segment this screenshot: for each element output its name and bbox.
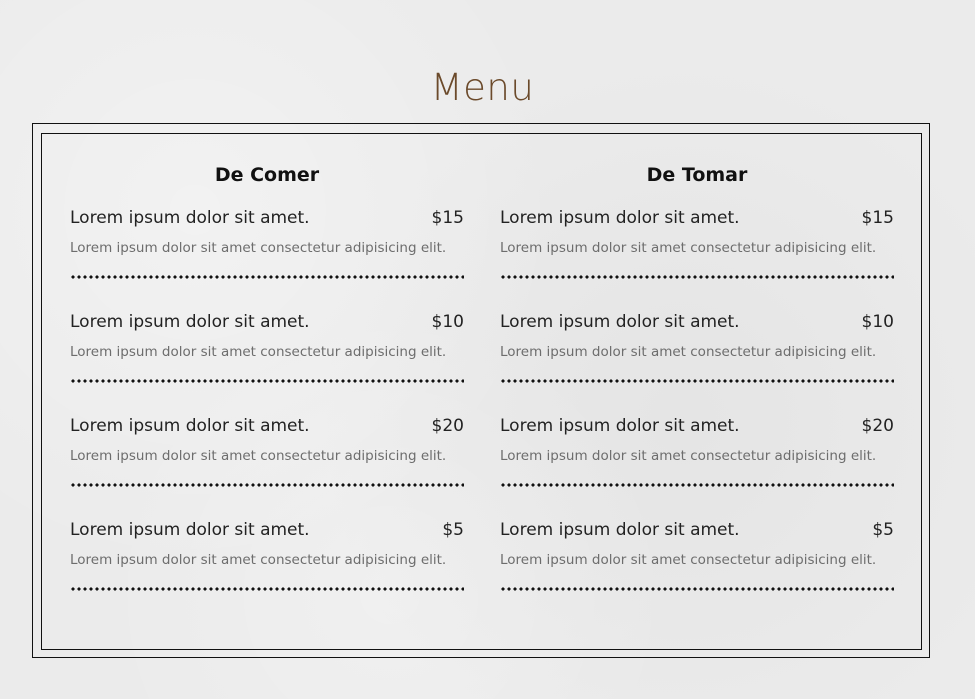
column-title: De Tomar [646, 164, 748, 186]
item-name: Lorem ipsum dolor sit amet. [500, 312, 740, 332]
menu-column-de-tomar: De Tomar Lorem ipsum dolor sit amet. $15… [500, 162, 894, 621]
dotted-divider [500, 275, 894, 279]
item-name: Lorem ipsum dolor sit amet. [70, 208, 310, 228]
dotted-divider [500, 587, 894, 591]
page-title: Menu [430, 65, 535, 109]
item-price: $10 [861, 312, 894, 332]
item-price: $20 [431, 416, 464, 436]
item-name: Lorem ipsum dolor sit amet. [70, 520, 310, 540]
item-description: Lorem ipsum dolor sit amet consectetur a… [500, 552, 877, 568]
item-description: Lorem ipsum dolor sit amet consectetur a… [500, 344, 877, 360]
item-name: Lorem ipsum dolor sit amet. [70, 312, 310, 332]
item-price: $20 [861, 416, 894, 436]
dotted-divider [70, 275, 464, 279]
menu-item: Lorem ipsum dolor sit amet. $20 Lorem ip… [500, 413, 894, 517]
item-price: $5 [442, 520, 464, 540]
item-name: Lorem ipsum dolor sit amet. [500, 416, 740, 436]
item-price: $10 [431, 312, 464, 332]
item-name: Lorem ipsum dolor sit amet. [500, 520, 740, 540]
menu-item: Lorem ipsum dolor sit amet. $15 Lorem ip… [500, 205, 894, 309]
item-name: Lorem ipsum dolor sit amet. [70, 416, 310, 436]
dotted-divider [70, 483, 464, 487]
menu-item: Lorem ipsum dolor sit amet. $20 Lorem ip… [70, 413, 464, 517]
item-description: Lorem ipsum dolor sit amet consectetur a… [70, 344, 447, 360]
item-description: Lorem ipsum dolor sit amet consectetur a… [70, 552, 447, 568]
item-price: $15 [861, 208, 894, 228]
item-name: Lorem ipsum dolor sit amet. [500, 208, 740, 228]
dotted-divider [70, 587, 464, 591]
item-description: Lorem ipsum dolor sit amet consectetur a… [70, 240, 447, 256]
dotted-divider [500, 379, 894, 383]
dotted-divider [70, 379, 464, 383]
column-title: De Comer [214, 164, 320, 186]
menu-item: Lorem ipsum dolor sit amet. $5 Lorem ips… [500, 517, 894, 621]
menu-item: Lorem ipsum dolor sit amet. $10 Lorem ip… [500, 309, 894, 413]
menu-item: Lorem ipsum dolor sit amet. $10 Lorem ip… [70, 309, 464, 413]
menu-column-de-comer: De Comer Lorem ipsum dolor sit amet. $15… [70, 162, 464, 621]
dotted-divider [500, 483, 894, 487]
menu-item: Lorem ipsum dolor sit amet. $5 Lorem ips… [70, 517, 464, 621]
item-description: Lorem ipsum dolor sit amet consectetur a… [70, 448, 447, 464]
item-price: $15 [431, 208, 464, 228]
item-description: Lorem ipsum dolor sit amet consectetur a… [500, 448, 877, 464]
item-price: $5 [872, 520, 894, 540]
item-description: Lorem ipsum dolor sit amet consectetur a… [500, 240, 877, 256]
menu-item: Lorem ipsum dolor sit amet. $15 Lorem ip… [70, 205, 464, 309]
